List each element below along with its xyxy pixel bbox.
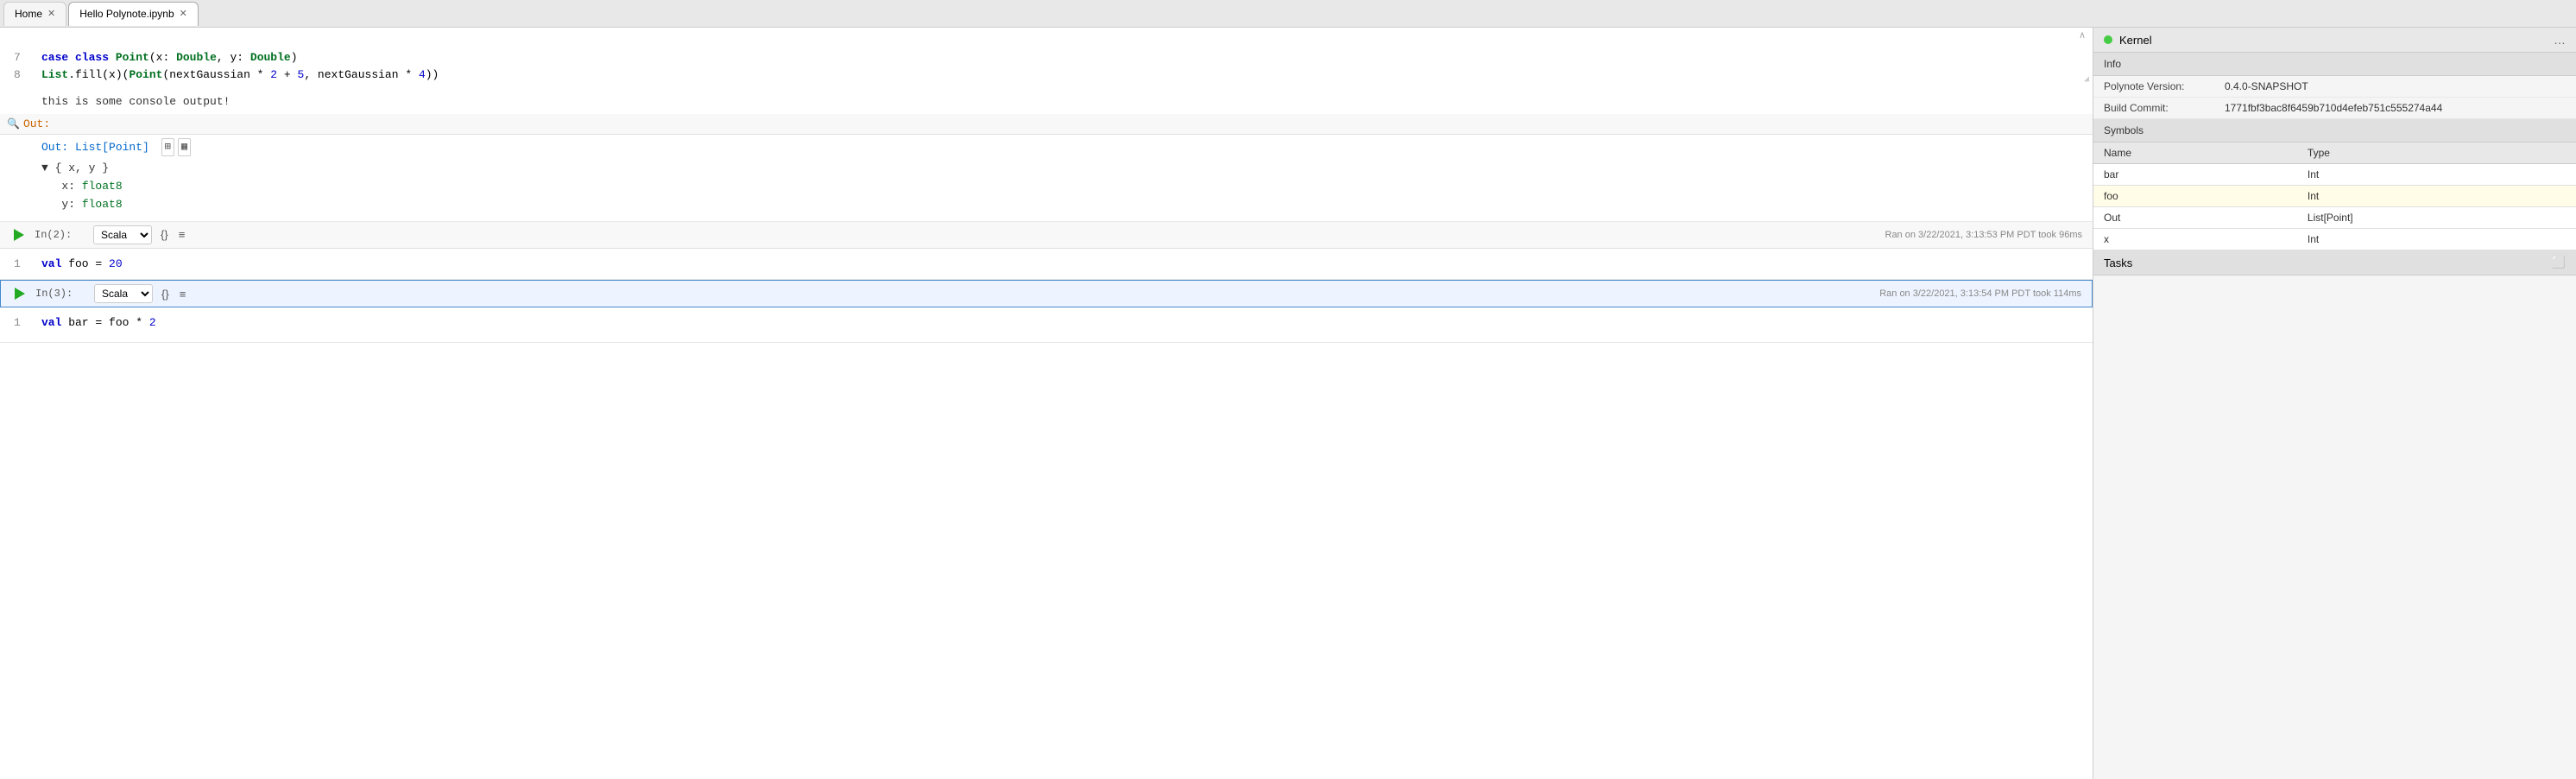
tab-notebook-label: Hello Polynote.ipynb [79,8,174,20]
code-lines-partial: 78 case class Point(x: Double, y: Double… [0,42,2093,90]
search-bar: 🔍 Out: [0,114,2093,135]
chart-view-icon[interactable]: ▦ [178,138,191,156]
main-layout: ∧ 78 case class Point(x: Double, y: Doub… [0,28,2576,779]
cell-output-partial: ∧ 78 case class Point(x: Double, y: Doub… [0,28,2093,222]
tab-notebook[interactable]: Hello Polynote.ipynb ✕ [68,2,199,26]
cell-2-menu-icon[interactable]: ≡ [177,226,187,243]
cell-2: In(2): Scala Python SQL {} ≡ Ran on 3/22… [0,222,2093,281]
symbol-row-foo: foo Int [2093,186,2576,207]
scroll-indicator: ∧ [0,28,2093,42]
info-val-commit: 1771fbf3bac8f6459b710d4efeb751c555274a44 [2214,98,2576,119]
symbol-row-x: x Int [2093,229,2576,250]
symbol-row-bar: bar Int [2093,164,2576,186]
tab-home-close[interactable]: ✕ [47,10,55,19]
info-row-version: Polynote Version: 0.4.0-SNAPSHOT [2093,76,2576,98]
cell-3: In(3): Scala Python SQL {} ≡ Ran on 3/22… [0,280,2093,343]
search-icon: 🔍 [7,117,20,130]
kernel-more-icon[interactable]: … [2554,33,2566,47]
out-type-line: Out: List[Point] ⊞ ▦ [41,138,2079,157]
schema-line-1: ▼ { x, y } [41,160,2079,178]
tasks-section: Tasks ⬜ [2093,250,2576,276]
notebook-area[interactable]: ∧ 78 case class Point(x: Double, y: Doub… [0,28,2093,779]
line-numbers-partial: 78 [14,49,21,83]
tab-notebook-close[interactable]: ✕ [180,10,187,19]
cell-2-language-select[interactable]: Scala Python SQL [93,225,152,244]
cell-3-language-select[interactable]: Scala Python SQL [94,284,153,303]
cell-2-label: In(2): [35,229,86,241]
resize-handle[interactable]: ◢ [2084,73,2089,86]
schema-line-2: x: float8 [41,178,2079,196]
out-icons: ⊞ ▦ [161,138,191,156]
tasks-expand-icon[interactable]: ⬜ [2552,256,2566,269]
table-view-icon[interactable]: ⊞ [161,138,174,156]
symbols-header-row: Name Type [2093,142,2576,164]
cell-3-code[interactable]: 1 val bar = foo * 2 [0,307,2093,342]
cell-2-braces-icon[interactable]: {} [159,226,170,243]
schema-line-3: y: float8 [41,196,2079,214]
cell-2-run-info: Ran on 3/22/2021, 3:13:53 PM PDT took 96… [1885,230,2083,240]
info-key-version: Polynote Version: [2093,76,2214,98]
kernel-status-dot [2104,35,2112,44]
symbol-type-foo: Int [2297,186,2576,207]
run-triangle-icon [14,229,24,241]
tasks-label: Tasks [2104,256,2132,269]
run-triangle-2-icon [15,288,25,300]
symbol-name-out: Out [2093,207,2297,229]
cell-3-braces-icon[interactable]: {} [160,286,171,302]
code-line-8: List.fill(x)(Point(nextGaussian * 2 + 5,… [41,66,2079,84]
out-label-bar: Out: [23,117,50,130]
cell-3-run-info: Ran on 3/22/2021, 3:13:54 PM PDT took 11… [1879,288,2081,299]
out-type-label: Out: List[Point] [41,141,149,154]
kernel-header: Kernel … [2093,28,2576,53]
output-schema-area: Out: List[Point] ⊞ ▦ ▼ { x, y } x: float… [0,135,2093,221]
cell-2-code-line-1: val foo = 20 [41,256,2079,273]
info-table: Polynote Version: 0.4.0-SNAPSHOT Build C… [2093,76,2576,119]
cell-3-toolbar: In(3): Scala Python SQL {} ≡ Ran on 3/22… [0,280,2093,307]
right-panel: Kernel … Info Polynote Version: 0.4.0-SN… [2093,28,2576,779]
tab-home[interactable]: Home ✕ [3,2,66,26]
cell-2-code[interactable]: 1 val foo = 20 [0,249,2093,280]
console-output: this is some console output! [0,90,2093,114]
cell-3-code-line-1: val bar = foo * 2 [41,314,2079,332]
tab-home-label: Home [15,8,42,20]
symbol-name-x: x [2093,229,2297,250]
symbol-name-foo: foo [2093,186,2297,207]
symbol-name-bar: bar [2093,164,2297,186]
info-section-header: Info [2093,53,2576,76]
info-row-commit: Build Commit: 1771fbf3bac8f6459b710d4efe… [2093,98,2576,119]
symbol-type-x: Int [2297,229,2576,250]
symbol-type-bar: Int [2297,164,2576,186]
info-key-commit: Build Commit: [2093,98,2214,119]
symbols-section-header: Symbols [2093,119,2576,142]
cell-2-run-button[interactable] [10,226,28,244]
cell-2-line-num: 1 [14,256,21,273]
cell-3-run-button[interactable] [11,285,28,302]
tab-bar: Home ✕ Hello Polynote.ipynb ✕ [0,0,2576,28]
symbol-row-out: Out List[Point] [2093,207,2576,229]
symbols-table: Name Type bar Int foo Int Out List[Point… [2093,142,2576,250]
symbol-type-out: List[Point] [2297,207,2576,229]
kernel-title: Kernel [2119,34,2152,47]
cell-3-line-num: 1 [14,314,21,332]
cell-2-toolbar: In(2): Scala Python SQL {} ≡ Ran on 3/22… [0,222,2093,249]
symbols-col-type: Type [2297,142,2576,164]
cell-3-label: In(3): [35,288,87,300]
info-val-version: 0.4.0-SNAPSHOT [2214,76,2576,98]
symbols-col-name: Name [2093,142,2297,164]
cell-3-menu-icon[interactable]: ≡ [178,286,188,302]
code-line-7: case class Point(x: Double, y: Double) [41,49,2079,66]
